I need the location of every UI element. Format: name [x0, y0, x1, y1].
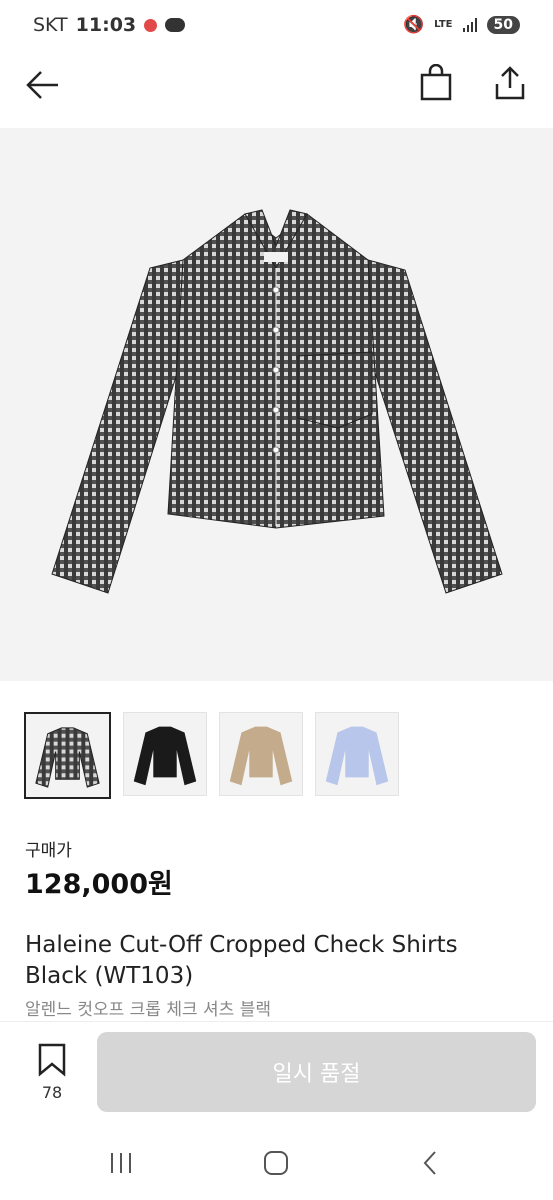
notification-icon [144, 18, 158, 32]
product-title: Haleine Cut-Off Cropped Check Shirts Bla… [25, 932, 458, 989]
shopping-bag-icon[interactable] [419, 64, 453, 102]
thumbnail-black[interactable] [123, 712, 207, 796]
status-right: 🔇 LTE 50 [403, 15, 520, 35]
network-type: LTE [434, 19, 453, 30]
thumbnail-image [229, 726, 293, 786]
nav-back-icon[interactable] [411, 1148, 451, 1178]
price-label: 구매가 [25, 841, 72, 861]
mute-icon: 🔇 [402, 15, 425, 35]
thumbnail-check-black[interactable] [24, 712, 111, 799]
back-arrow-icon[interactable] [24, 68, 62, 102]
shirt-image [51, 209, 503, 594]
status-bar: SKT 11:03 🔇 LTE 50 [0, 0, 553, 54]
bookmark-button[interactable]: 78 [26, 1043, 78, 1107]
sold-out-button[interactable]: 일시 품절 [97, 1032, 536, 1112]
recents-icon[interactable] [101, 1148, 141, 1178]
chat-notification-icon [165, 18, 186, 32]
thumbnail-image [133, 726, 197, 786]
product-price: 128,000원 [25, 869, 173, 900]
thumbnail-beige[interactable] [219, 712, 303, 796]
system-nav-bar [0, 1130, 553, 1200]
home-icon[interactable] [256, 1148, 296, 1178]
carrier-label: SKT [33, 14, 68, 36]
battery-level: 50 [486, 16, 520, 34]
bookmark-icon [38, 1043, 66, 1077]
product-image[interactable] [0, 128, 553, 681]
thumbnail-image [35, 727, 100, 788]
product-subtitle: 알렌느 컷오프 크롭 체크 셔츠 블랙 [25, 1000, 271, 1020]
signal-icon [462, 18, 477, 32]
clock: 11:03 [75, 14, 137, 36]
status-left: SKT 11:03 [33, 14, 186, 36]
share-icon[interactable] [493, 64, 527, 102]
app-bar [0, 54, 553, 122]
divider [0, 1021, 553, 1022]
bookmark-count: 78 [41, 1083, 63, 1102]
thumbnail-strip [24, 712, 399, 799]
thumbnail-image [325, 726, 389, 786]
thumbnail-light-blue[interactable] [315, 712, 399, 796]
